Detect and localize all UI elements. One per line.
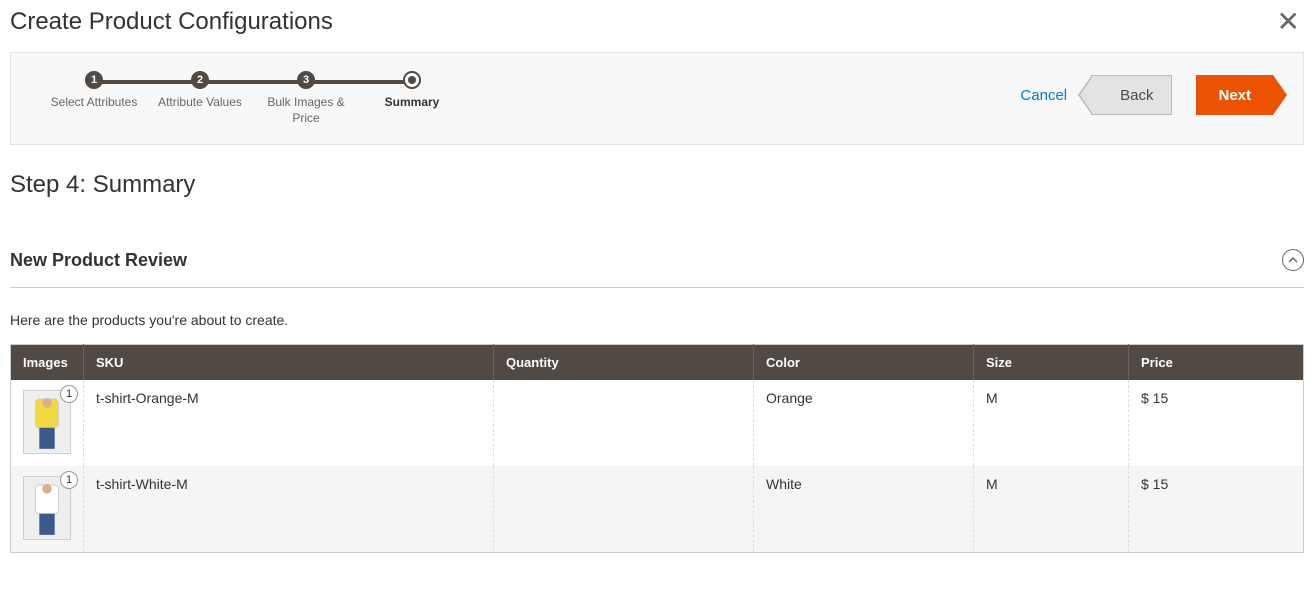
chevron-up-icon[interactable]: [1282, 249, 1304, 271]
cell-quantity: [494, 466, 754, 552]
th-color: Color: [754, 345, 974, 381]
cell-color: White: [754, 466, 974, 552]
th-size: Size: [974, 345, 1129, 381]
product-review-table: Images SKU Quantity Color Size Price 1 t…: [10, 344, 1304, 553]
cancel-button[interactable]: Cancel: [1020, 87, 1067, 104]
cell-quantity: [494, 380, 754, 466]
next-button[interactable]: Next: [1196, 75, 1273, 115]
table-row: 1 t-shirt-White-M WhiteM$ 15: [11, 466, 1304, 552]
step-summary: Summary: [359, 71, 465, 111]
cell-size: M: [974, 466, 1129, 552]
product-thumbnail[interactable]: 1: [23, 476, 71, 540]
step-connector: [94, 80, 200, 84]
cell-sku: t-shirt-White-M: [84, 466, 494, 552]
step-select-attributes: 1 Select Attributes: [41, 71, 147, 111]
step-number-icon: 2: [191, 71, 209, 89]
step-label: Attribute Values: [158, 95, 242, 111]
modal-title: Create Product Configurations: [10, 8, 333, 36]
cell-size: M: [974, 380, 1129, 466]
step-number-icon: 3: [297, 71, 315, 89]
th-images: Images: [11, 345, 84, 381]
close-icon[interactable]: ✕: [1273, 8, 1304, 36]
step-label: Bulk Images & Price: [261, 95, 351, 126]
step-connector: [200, 80, 306, 84]
cell-color: Orange: [754, 380, 974, 466]
cell-price: $ 15: [1129, 380, 1304, 466]
cell-sku: t-shirt-Orange-M: [84, 380, 494, 466]
step-connector: [306, 80, 412, 84]
step-active-icon: [403, 71, 421, 89]
image-count-badge: 1: [60, 471, 78, 489]
step-number-icon: 1: [85, 71, 103, 89]
th-quantity: Quantity: [494, 345, 754, 381]
th-price: Price: [1129, 345, 1304, 381]
step-label: Select Attributes: [51, 95, 138, 111]
cell-price: $ 15: [1129, 466, 1304, 552]
product-thumbnail[interactable]: 1: [23, 390, 71, 454]
step-attribute-values: 2 Attribute Values: [147, 71, 253, 111]
intro-text: Here are the products you're about to cr…: [10, 288, 1304, 344]
back-button[interactable]: Back: [1091, 75, 1172, 115]
step-label: Summary: [385, 95, 440, 111]
table-row: 1 t-shirt-Orange-M OrangeM$ 15: [11, 380, 1304, 466]
image-count-badge: 1: [60, 385, 78, 403]
section-title: New Product Review: [10, 250, 187, 271]
page-step-title: Step 4: Summary: [10, 145, 1304, 209]
th-sku: SKU: [84, 345, 494, 381]
wizard-steps: 1 Select Attributes 2 Attribute Values 3…: [41, 71, 465, 126]
